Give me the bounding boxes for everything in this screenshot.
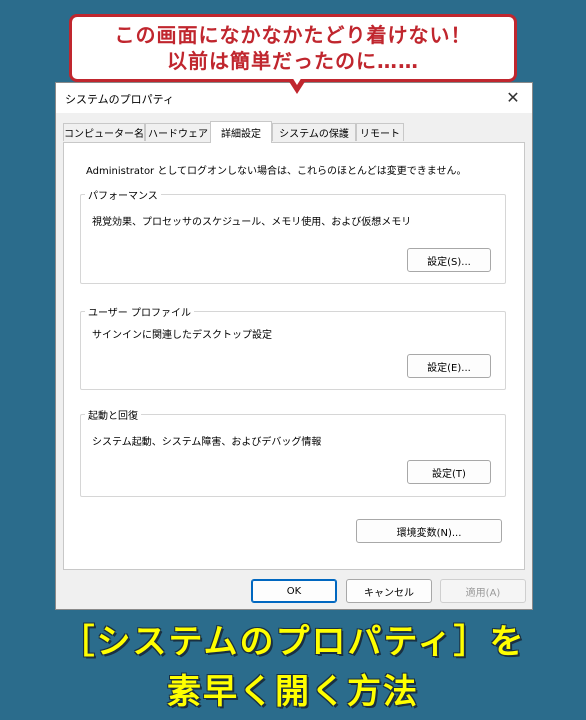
tab-remote[interactable]: リモート (356, 123, 404, 141)
callout-box: この画面になかなかたどり着けない！ 以前は簡単だったのに…… (69, 14, 517, 82)
user-profile-settings-button[interactable]: 設定(E)... (407, 354, 491, 378)
tab-computer-name[interactable]: コンピューター名 (63, 123, 145, 141)
startup-recovery-group: 起動と回復 システム起動、システム障害、およびデバッグ情報 設定(T) (80, 407, 506, 497)
admin-notice: Administrator としてログオンしない場合は、これらのほとんどは変更で… (86, 166, 467, 177)
callout-line-2: 以前は簡単だったのに…… (167, 49, 419, 73)
performance-title: パフォーマンス (85, 187, 161, 202)
user-profile-description: サインインに関連したデスクトップ設定 (92, 330, 272, 341)
callout-pointer (288, 77, 306, 94)
window-title: システムのプロパティ (65, 93, 175, 106)
advanced-tab-panel: Administrator としてログオンしない場合は、これらのほとんどは変更で… (63, 142, 525, 570)
startup-recovery-title: 起動と回復 (85, 407, 141, 422)
system-properties-dialog: システムのプロパティ ✕ コンピューター名 ハードウェア 詳細設定 システムの保… (55, 82, 533, 610)
tab-hardware[interactable]: ハードウェア (145, 123, 211, 141)
banner-line-2: 素早く開く方法 (167, 672, 419, 712)
performance-group: パフォーマンス 視覚効果、プロセッサのスケジュール、メモリ使用、および仮想メモリ… (80, 187, 506, 284)
user-profile-group: ユーザー プロファイル サインインに関連したデスクトップ設定 設定(E)... (80, 304, 506, 390)
startup-recovery-description: システム起動、システム障害、およびデバッグ情報 (92, 437, 322, 448)
tab-system-protection[interactable]: システムの保護 (272, 123, 356, 141)
tab-advanced[interactable]: 詳細設定 (210, 121, 272, 143)
performance-settings-button[interactable]: 設定(S)... (407, 248, 491, 272)
banner-line-1: ［システムのプロパティ］を (60, 622, 526, 662)
close-icon[interactable]: ✕ (502, 86, 524, 108)
user-profile-title: ユーザー プロファイル (85, 304, 194, 319)
callout-line-1: この画面になかなかたどり着けない！ (114, 23, 472, 47)
startup-recovery-settings-button[interactable]: 設定(T) (407, 460, 491, 484)
apply-button[interactable]: 適用(A) (440, 579, 526, 603)
environment-variables-button[interactable]: 環境変数(N)... (356, 519, 502, 543)
ok-button[interactable]: OK (251, 579, 337, 603)
cancel-button[interactable]: キャンセル (346, 579, 432, 603)
performance-description: 視覚効果、プロセッサのスケジュール、メモリ使用、および仮想メモリ (92, 217, 412, 228)
